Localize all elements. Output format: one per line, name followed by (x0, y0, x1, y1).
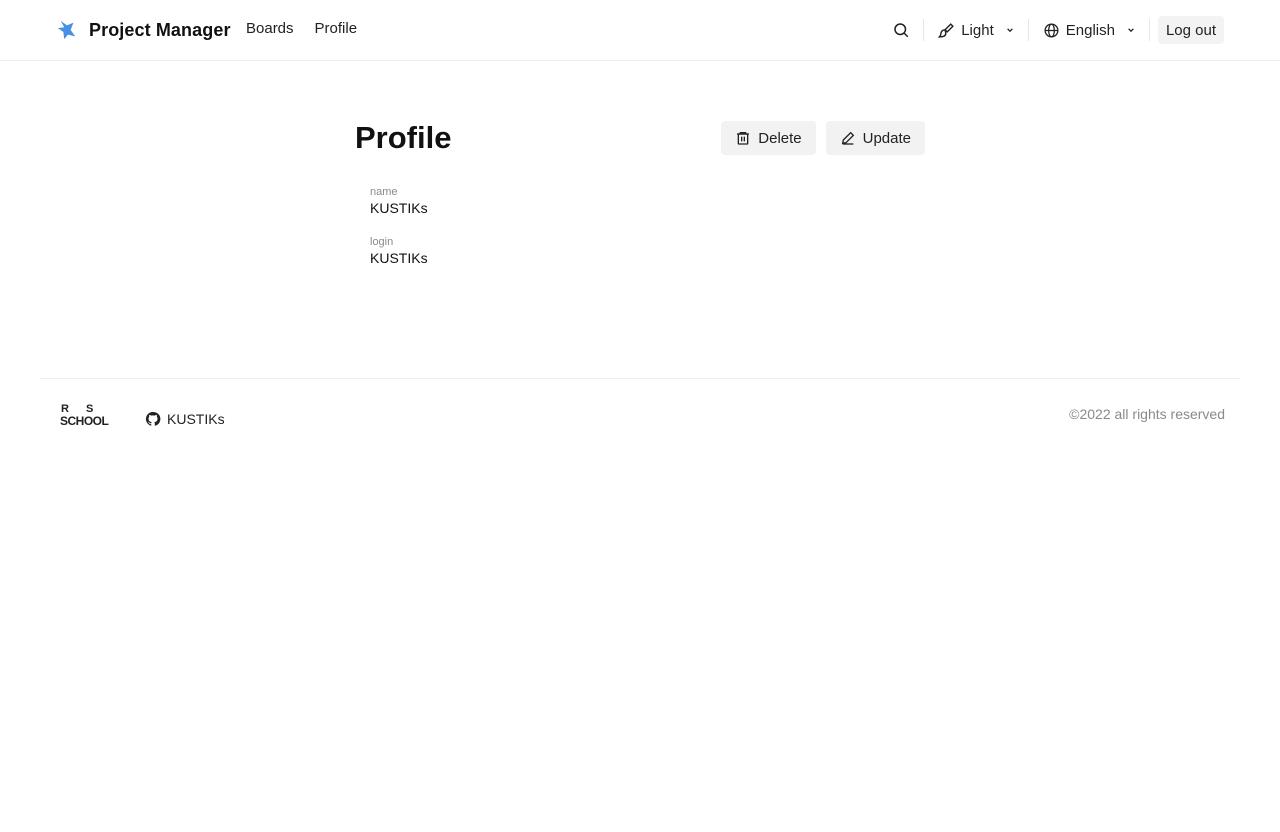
github-icon (145, 411, 161, 426)
brush-icon (938, 22, 955, 38)
field-name: name KUSTIKs (370, 185, 428, 217)
chevron-down-icon (1006, 28, 1013, 33)
top-bar: Project Manager Boards Profile Light Eng… (0, 0, 1280, 61)
language-select[interactable]: English (1037, 16, 1141, 44)
header-tools: Light English Log out (887, 16, 1224, 44)
globe-icon (1044, 22, 1059, 38)
brand[interactable]: Project Manager (56, 18, 231, 42)
chevron-down-icon (1128, 28, 1134, 33)
field-label: name (370, 186, 398, 198)
update-label: Update (862, 129, 911, 147)
page-title: Profile (355, 120, 452, 155)
update-button[interactable]: Update (825, 121, 925, 155)
app-title: Project Manager (89, 19, 231, 40)
svg-text:SCHOOL: SCHOOL (60, 414, 109, 427)
pencil-icon (841, 131, 854, 145)
nav-boards-link[interactable]: Boards (246, 20, 294, 37)
trash-icon (737, 132, 750, 145)
profile-fields: name KUSTIKs login KUSTIKs (370, 185, 428, 285)
rs-school-logo[interactable]: R S SCHOOL (60, 401, 116, 427)
search-icon (894, 23, 909, 38)
field-value: KUSTIKs (370, 250, 428, 266)
star-logo-icon (57, 20, 76, 40)
divider (1148, 19, 1150, 41)
copyright-text: ©2022 all rights reserved (1069, 406, 1225, 422)
theme-select[interactable]: Light (932, 16, 1020, 44)
field-value: KUSTIKs (370, 200, 428, 216)
delete-label: Delete (758, 129, 802, 147)
footer-divider (40, 378, 1240, 379)
github-label: KUSTIKs (167, 411, 225, 427)
divider (923, 19, 925, 41)
search-button[interactable] (887, 16, 915, 44)
delete-button[interactable]: Delete (721, 121, 816, 155)
language-label: English (1065, 21, 1115, 39)
field-login: login KUSTIKs (370, 235, 428, 267)
profile-actions: Delete Update (721, 121, 925, 155)
github-link[interactable]: KUSTIKs (145, 411, 225, 427)
main-nav: Boards Profile (246, 20, 357, 37)
divider (1027, 19, 1029, 41)
field-label: login (370, 236, 394, 248)
theme-label: Light (961, 21, 994, 39)
nav-profile-link[interactable]: Profile (315, 20, 358, 37)
logout-button[interactable]: Log out (1157, 16, 1224, 44)
footer: R S SCHOOL KUSTIKs ©2022 all rights rese… (60, 401, 1225, 431)
